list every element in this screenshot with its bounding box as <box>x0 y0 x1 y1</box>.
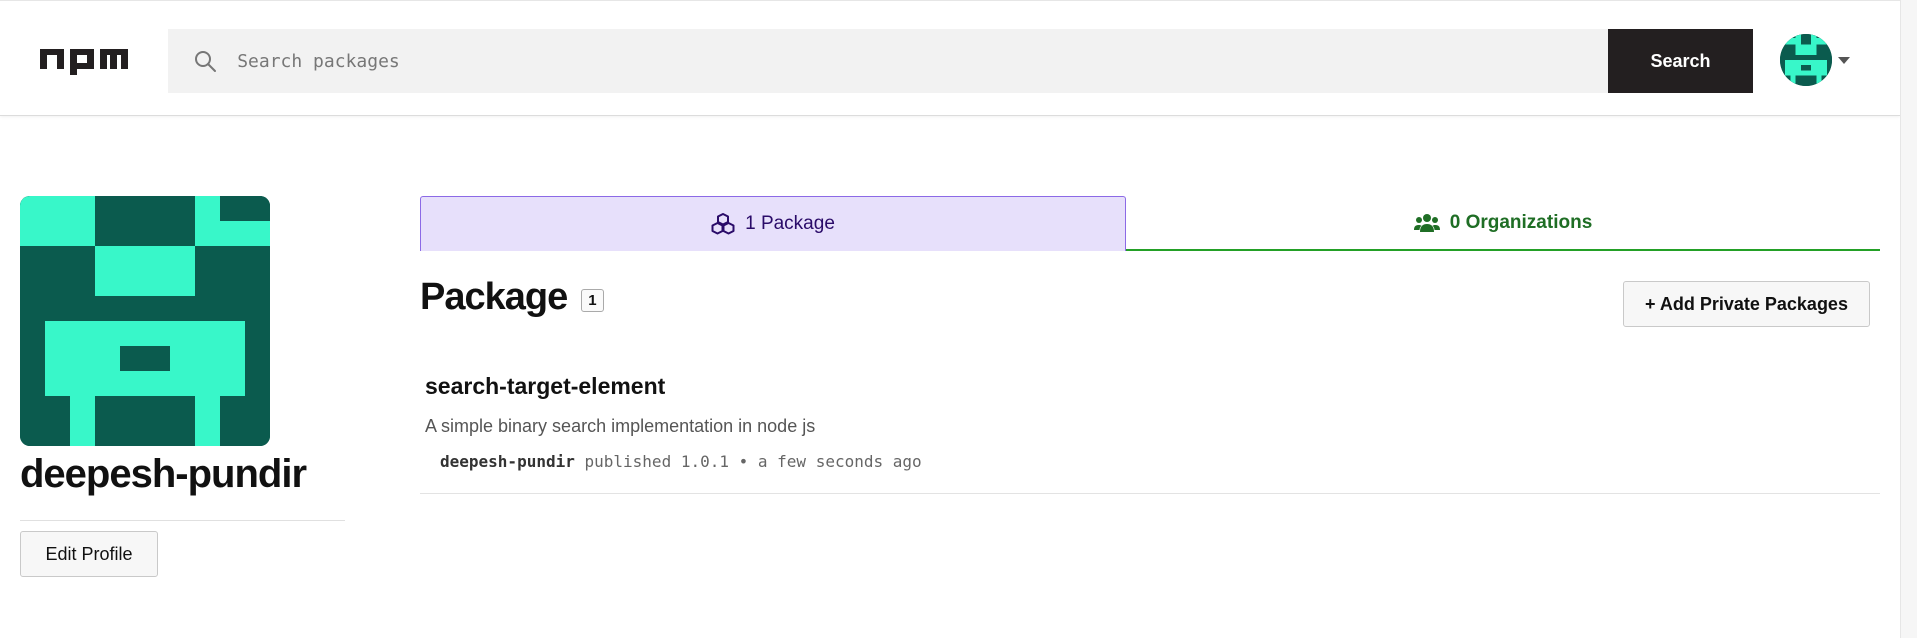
avatar <box>1780 34 1832 86</box>
sidebar-divider <box>20 520 345 521</box>
package-meta: deepesh-pundir published 1.0.1 • a few s… <box>440 452 922 471</box>
edit-profile-button[interactable]: Edit Profile <box>20 531 158 577</box>
publisher-link[interactable]: deepesh-pundir <box>440 452 575 471</box>
list-item: search-target-element A simple binary se… <box>420 370 1880 494</box>
tab-packages-label: 1 Package <box>745 213 835 234</box>
users-icon <box>1413 213 1440 233</box>
chevron-down-icon <box>1838 56 1850 64</box>
user-menu-button[interactable] <box>1780 34 1850 86</box>
search-form: Search <box>168 29 1753 93</box>
profile-tabs: 1 Package 0 Organizations <box>420 196 1880 251</box>
search-icon <box>192 48 217 74</box>
scrollbar[interactable] <box>1900 0 1917 638</box>
top-navigation-bar: Search <box>0 0 1900 116</box>
profile-avatar <box>20 196 270 446</box>
search-button[interactable]: Search <box>1608 29 1753 93</box>
tab-organizations[interactable]: 0 Organizations <box>1126 196 1880 251</box>
npm-logo[interactable] <box>40 49 128 75</box>
profile-username: deepesh-pundir <box>20 452 307 496</box>
add-private-packages-button[interactable]: + Add Private Packages <box>1623 281 1870 327</box>
search-box[interactable] <box>168 29 1608 93</box>
package-description: A simple binary search implementation in… <box>425 416 816 436</box>
publish-info: published 1.0.1 • a few seconds ago <box>584 452 922 471</box>
tab-organizations-label: 0 Organizations <box>1449 211 1593 233</box>
search-input[interactable] <box>235 49 1608 73</box>
tab-packages[interactable]: 1 Package <box>420 196 1126 251</box>
package-count-badge: 1 <box>581 289 604 312</box>
cubes-icon <box>711 213 735 235</box>
package-name-link[interactable]: search-target-element <box>425 373 665 400</box>
packages-heading: Package 1 <box>420 276 604 319</box>
packages-title: Package <box>420 276 568 318</box>
